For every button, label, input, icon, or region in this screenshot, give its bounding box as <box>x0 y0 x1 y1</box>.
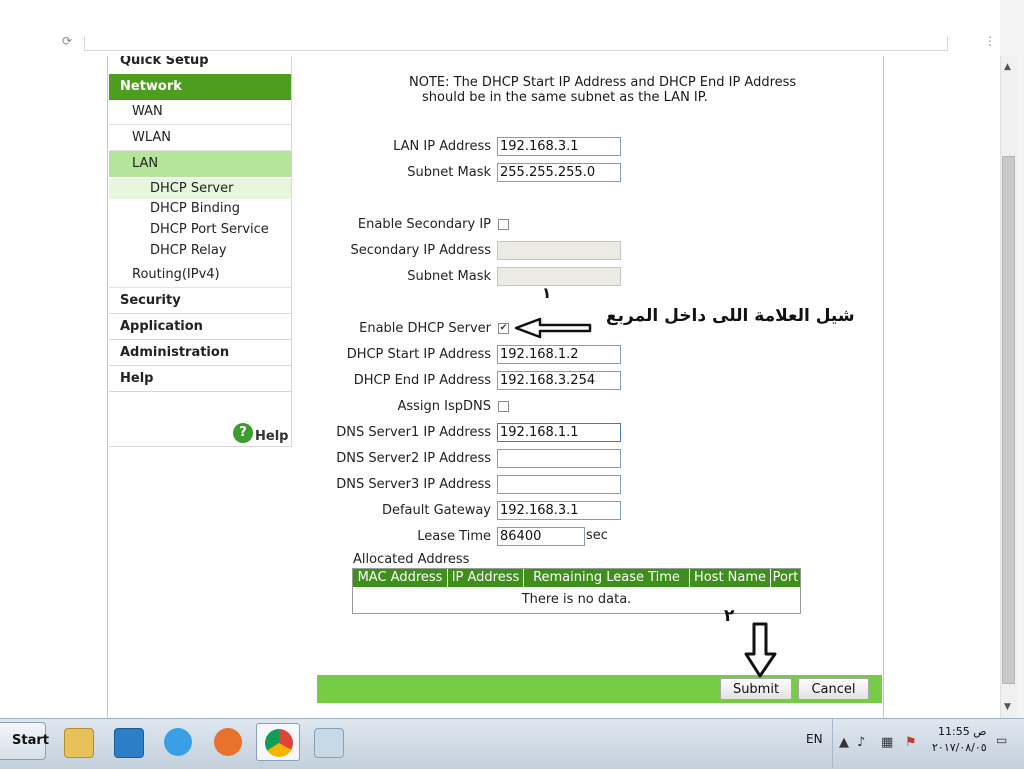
dns1-input[interactable] <box>497 423 621 442</box>
media-player-icon[interactable] <box>106 723 150 761</box>
page-scrollbar[interactable]: ▲ ▼ <box>1000 56 1017 718</box>
show-desktop-icon[interactable]: ▭ <box>996 733 1007 747</box>
taskbar: Start EN ▲ ♪ ▦ ⚑ 11:55 ص ٢٠١٧/٠٨/٠٥ ▭ <box>0 718 1024 769</box>
language-indicator[interactable]: EN <box>806 732 823 746</box>
internet-explorer-icon[interactable] <box>156 723 200 761</box>
settings-icon[interactable]: ⋮ <box>984 34 996 48</box>
dhcp-start-input[interactable] <box>497 345 621 364</box>
subnet-mask-label: Subnet Mask <box>407 165 491 180</box>
down-arrow-icon <box>744 622 777 678</box>
secondary-mask-input[interactable] <box>497 267 621 286</box>
clock-date[interactable]: ٢٠١٧/٠٨/٠٥ <box>932 741 987 754</box>
file-explorer-icon[interactable] <box>56 723 100 761</box>
address-bar[interactable] <box>84 36 948 51</box>
scroll-down-icon[interactable]: ▼ <box>1004 702 1011 712</box>
firefox-icon[interactable] <box>206 723 250 761</box>
enable-dhcp-checkbox[interactable]: ✔ <box>498 323 509 334</box>
annotation-step-one: ١ <box>542 284 552 302</box>
enable-secondary-ip-label: Enable Secondary IP <box>357 217 491 232</box>
volume-icon[interactable]: ♪ <box>857 735 865 750</box>
chrome-icon[interactable] <box>256 723 300 761</box>
column-port: Port <box>772 570 799 585</box>
allocated-address-title: Allocated Address <box>353 552 470 567</box>
dns3-input[interactable] <box>497 475 621 494</box>
assign-isp-dns-label: Assign IspDNS <box>397 399 491 414</box>
paint-icon[interactable] <box>306 723 350 761</box>
lan-ip-label: LAN IP Address <box>393 139 491 154</box>
scroll-thumb[interactable] <box>1002 156 1015 684</box>
lan-ip-input[interactable] <box>497 137 621 156</box>
start-label: Start <box>12 733 49 748</box>
tray-expand-icon[interactable]: ▲ <box>839 735 849 750</box>
frame-divider <box>883 56 884 718</box>
secondary-mask-label: Subnet Mask <box>407 269 491 284</box>
annotation-instruction: شيل العلامة اللى داخل المربع <box>606 306 855 326</box>
lease-time-input[interactable] <box>497 527 585 546</box>
dns2-input[interactable] <box>497 449 621 468</box>
button-bar: Submit Cancel <box>317 675 882 703</box>
default-gateway-label: Default Gateway <box>381 503 491 518</box>
note-line-1: NOTE: The DHCP Start IP Address and DHCP… <box>409 75 797 90</box>
column-remaining-lease: Remaining Lease Time <box>524 569 690 587</box>
sidebar-item-quick-setup[interactable]: Quick Setup <box>109 56 291 74</box>
sidebar-item-wan[interactable]: WAN <box>109 99 291 125</box>
enable-dhcp-label: Enable DHCP Server <box>359 321 491 336</box>
frame-divider <box>107 56 108 718</box>
secondary-ip-input[interactable] <box>497 241 621 260</box>
dns2-label: DNS Server2 IP Address <box>336 451 491 466</box>
cancel-button[interactable]: Cancel <box>798 678 869 700</box>
default-gateway-input[interactable] <box>497 501 621 520</box>
sidebar-item-security[interactable]: Security <box>109 288 291 314</box>
annotation-step-two: ٢ <box>724 606 735 626</box>
subnet-mask-input[interactable] <box>497 163 621 182</box>
enable-secondary-ip-checkbox[interactable] <box>498 219 509 230</box>
note-line-2: should be in the same subnet as the LAN … <box>422 90 708 105</box>
table-header: MAC Address IP Address Remaining Lease T… <box>353 569 800 587</box>
sidebar-item-network[interactable]: Network <box>109 74 291 100</box>
lease-unit: sec <box>586 528 608 543</box>
secondary-ip-label: Secondary IP Address <box>350 243 491 258</box>
dhcp-end-label: DHCP End IP Address <box>353 373 491 388</box>
clock-time[interactable]: 11:55 ص <box>938 725 987 738</box>
column-host-name: Host Name <box>690 569 771 587</box>
action-center-icon[interactable]: ⚑ <box>905 735 917 750</box>
dhcp-start-label: DHCP Start IP Address <box>346 347 491 362</box>
network-icon[interactable]: ▦ <box>881 735 893 750</box>
dns1-label: DNS Server1 IP Address <box>336 425 491 440</box>
column-mac: MAC Address <box>353 569 448 587</box>
scroll-up-icon[interactable]: ▲ <box>1004 62 1011 72</box>
router-page: Quick Setup Network WAN WLAN LAN DHCP Se… <box>0 56 1000 718</box>
dhcp-end-input[interactable] <box>497 371 621 390</box>
lease-time-label: Lease Time <box>417 529 491 544</box>
browser-toolbar: ⟳ ⋮ <box>0 0 1000 57</box>
left-arrow-icon <box>514 317 592 339</box>
start-button[interactable]: Start <box>0 722 49 760</box>
assign-isp-dns-checkbox[interactable] <box>498 401 509 412</box>
dns3-label: DNS Server3 IP Address <box>336 477 491 492</box>
column-ip: IP Address <box>448 569 524 587</box>
dhcp-note: NOTE: The DHCP Start IP Address and DHCP… <box>409 75 829 105</box>
reload-icon[interactable]: ⟳ <box>62 34 72 48</box>
submit-button[interactable]: Submit <box>720 678 792 700</box>
